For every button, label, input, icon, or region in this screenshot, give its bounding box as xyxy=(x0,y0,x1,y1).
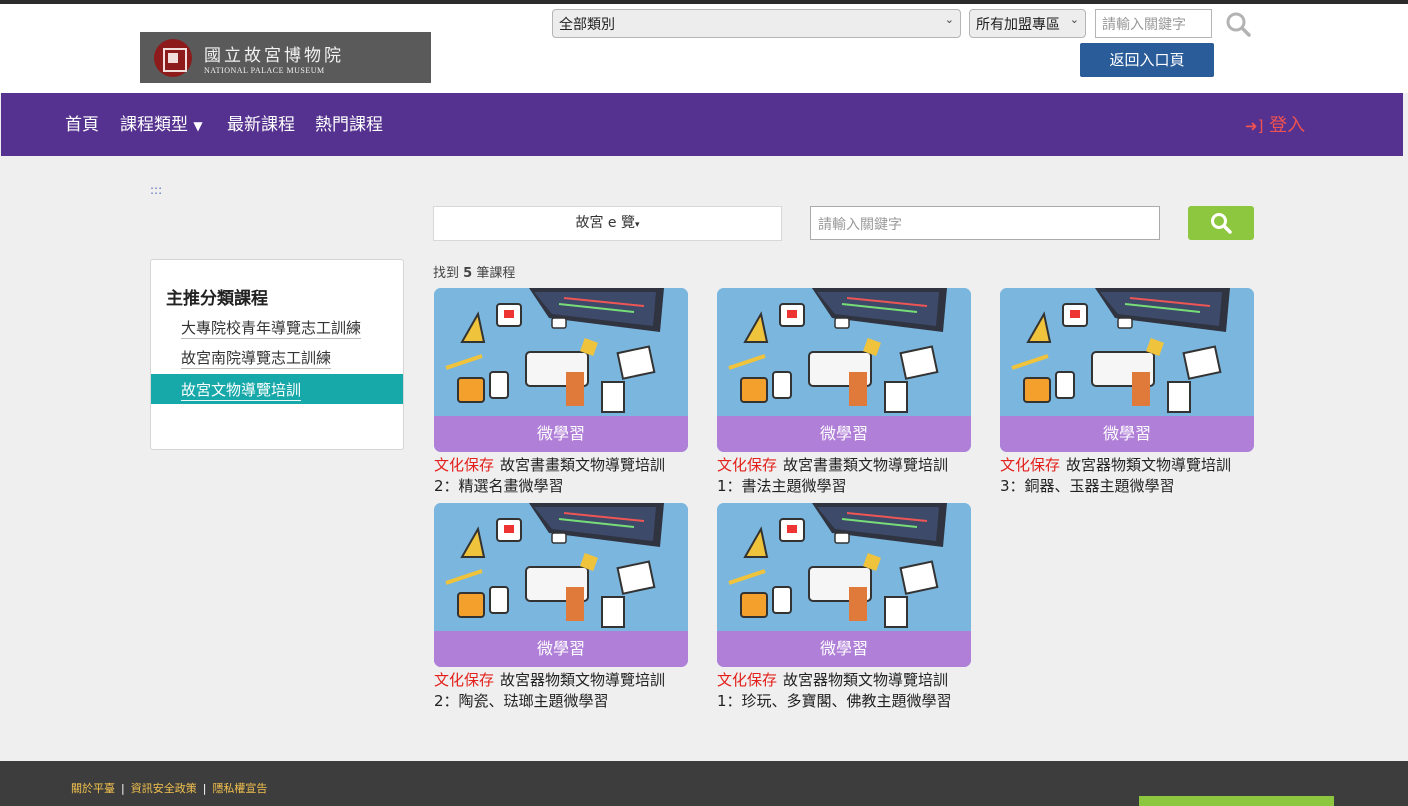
featured-category-sidebar: 主推分類課程 大專院校青年導覽志工訓練 故宮南院導覽志工訓練 故宮文物導覽培訓 xyxy=(150,259,404,450)
course-thumbnail[interactable]: 微學習 xyxy=(717,288,971,452)
login-link[interactable]: ➜] 登入 xyxy=(1245,111,1305,137)
course-title-link[interactable]: 文化保存 故宮器物類文物導覽培訓1：珍玩、多寶閣、佛教主題微學習 xyxy=(717,670,971,712)
footer-accent-bar xyxy=(1139,796,1334,806)
result-count: 找到 5 筆課程 xyxy=(433,262,515,281)
course-category-dropdown[interactable]: 故宮 e 覽▾ xyxy=(433,206,782,241)
sidebar-item-university-volunteer[interactable]: 大專院校青年導覽志工訓練 xyxy=(151,312,403,342)
sidebar-item-southern-branch-volunteer[interactable]: 故宮南院導覽志工訓練 xyxy=(151,342,403,372)
course-card[interactable]: 微學習 文化保存 故宮書畫類文物導覽培訓2：精選名畫微學習 xyxy=(434,288,688,497)
logo-english-name: NATIONAL PALACE MUSEUM xyxy=(204,65,325,75)
sidebar-title: 主推分類課程 xyxy=(166,289,268,309)
category-select-value: 全部類別 xyxy=(559,17,615,33)
museum-logo[interactable]: 國立故宮博物院 NATIONAL PALACE MUSEUM xyxy=(140,32,431,83)
course-card[interactable]: 微學習 文化保存 故宮器物類文物導覽培訓3：銅器、玉器主題微學習 xyxy=(1000,288,1254,497)
course-card[interactable]: 微學習 文化保存 故宮器物類文物導覽培訓1：珍玩、多寶閣、佛教主題微學習 xyxy=(717,503,971,712)
course-category-tag: 文化保存 xyxy=(434,456,495,474)
category-select[interactable]: 全部類別 ⌄ xyxy=(552,9,961,38)
search-icon xyxy=(1211,213,1232,234)
course-category-tag: 文化保存 xyxy=(1000,456,1061,474)
course-thumbnail[interactable]: 微學習 xyxy=(1000,288,1254,452)
course-category-tag: 文化保存 xyxy=(717,456,778,474)
nav-item-popular-courses[interactable]: 熱門課程 xyxy=(315,110,383,135)
chevron-down-icon: ⌄ xyxy=(944,13,954,26)
course-title-link[interactable]: 文化保存 故宮器物類文物導覽培訓3：銅器、玉器主題微學習 xyxy=(1000,455,1254,497)
footer-link-privacy[interactable]: 隱私權宣告 xyxy=(212,782,267,795)
course-search-button[interactable] xyxy=(1188,206,1254,240)
result-count-number: 5 xyxy=(463,266,473,281)
desk-illustration-icon xyxy=(434,503,688,633)
nav-item-latest-courses[interactable]: 最新課程 xyxy=(227,110,295,135)
micro-learning-badge: 微學習 xyxy=(717,416,971,452)
nav-item-course-types[interactable]: 課程類型 ▼ xyxy=(120,110,203,135)
micro-learning-badge: 微學習 xyxy=(434,416,688,452)
nav-item-home[interactable]: 首頁 xyxy=(65,110,99,135)
footer-link-security-policy[interactable]: 資訊安全政策 xyxy=(131,782,197,795)
course-card[interactable]: 微學習 文化保存 故宮書畫類文物導覽培訓1：書法主題微學習 xyxy=(717,288,971,497)
course-card[interactable]: 微學習 文化保存 故宮器物類文物導覽培訓2：陶瓷、琺瑯主題微學習 xyxy=(434,503,688,712)
site-footer: 關於平臺 | 資訊安全政策 | 隱私權宣告 xyxy=(0,761,1408,806)
footer-separator: | xyxy=(202,782,207,795)
footer-links: 關於平臺 | 資訊安全政策 | 隱私權宣告 xyxy=(71,780,267,796)
desk-illustration-icon xyxy=(717,503,971,633)
zone-select-value: 所有加盟專區 xyxy=(976,17,1060,33)
result-count-prefix: 找到 xyxy=(433,266,460,281)
desk-illustration-icon xyxy=(1000,288,1254,418)
course-category-dropdown-label: 故宮 e 覽 xyxy=(575,215,635,231)
course-search-input[interactable]: 請輸入關鍵字 xyxy=(810,206,1160,240)
zone-select[interactable]: 所有加盟專區 ⌄ xyxy=(969,9,1086,38)
course-title-link[interactable]: 文化保存 故宮器物類文物導覽培訓2：陶瓷、琺瑯主題微學習 xyxy=(434,670,688,712)
course-thumbnail[interactable]: 微學習 xyxy=(434,288,688,452)
main-navigation: 首頁 課程類型 ▼ 最新課程 熱門課程 ➜] 登入 xyxy=(1,93,1403,156)
login-label: 登入 xyxy=(1269,115,1306,136)
back-to-portal-button[interactable]: 返回入口頁 xyxy=(1080,43,1214,77)
sign-in-icon: ➜] xyxy=(1245,117,1264,135)
micro-learning-badge: 微學習 xyxy=(434,631,688,667)
chevron-down-icon: ⌄ xyxy=(1069,13,1079,26)
desk-illustration-icon xyxy=(717,288,971,418)
caret-down-icon: ▼ xyxy=(193,119,203,133)
logo-chinese-name: 國立故宮博物院 xyxy=(204,45,344,66)
result-count-suffix: 筆課程 xyxy=(476,266,516,281)
search-icon[interactable] xyxy=(1225,11,1251,37)
sidebar-item-label: 大專院校青年導覽志工訓練 xyxy=(181,319,362,339)
sidebar-item-artifact-guide-training[interactable]: 故宮文物導覽培訓 xyxy=(151,374,403,404)
course-title-link[interactable]: 文化保存 故宮書畫類文物導覽培訓2：精選名畫微學習 xyxy=(434,455,688,497)
micro-learning-badge: 微學習 xyxy=(717,631,971,667)
logo-text: 國立故宮博物院 NATIONAL PALACE MUSEUM xyxy=(204,41,344,75)
header-search-input[interactable]: 請輸入關鍵字 xyxy=(1095,9,1212,38)
micro-learning-badge: 微學習 xyxy=(1000,416,1254,452)
footer-separator: | xyxy=(121,782,125,795)
course-thumbnail[interactable]: 微學習 xyxy=(434,503,688,667)
caret-down-icon: ▾ xyxy=(634,220,640,230)
course-title-link[interactable]: 文化保存 故宮書畫類文物導覽培訓1：書法主題微學習 xyxy=(717,455,971,497)
nav-item-course-types-label: 課程類型 xyxy=(120,115,188,135)
sidebar-item-label: 故宮文物導覽培訓 xyxy=(181,381,302,401)
course-category-tag: 文化保存 xyxy=(434,671,495,689)
sidebar-item-label: 故宮南院導覽志工訓練 xyxy=(181,349,332,369)
footer-link-about[interactable]: 關於平臺 xyxy=(71,782,115,795)
site-header: 國立故宮博物院 NATIONAL PALACE MUSEUM 全部類別 ⌄ 所有… xyxy=(0,4,1408,93)
museum-seal-icon xyxy=(154,38,192,77)
course-thumbnail[interactable]: 微學習 xyxy=(717,503,971,667)
accesskey-anchor[interactable]: ::: xyxy=(150,183,162,197)
desk-illustration-icon xyxy=(434,288,688,418)
course-category-tag: 文化保存 xyxy=(717,671,778,689)
